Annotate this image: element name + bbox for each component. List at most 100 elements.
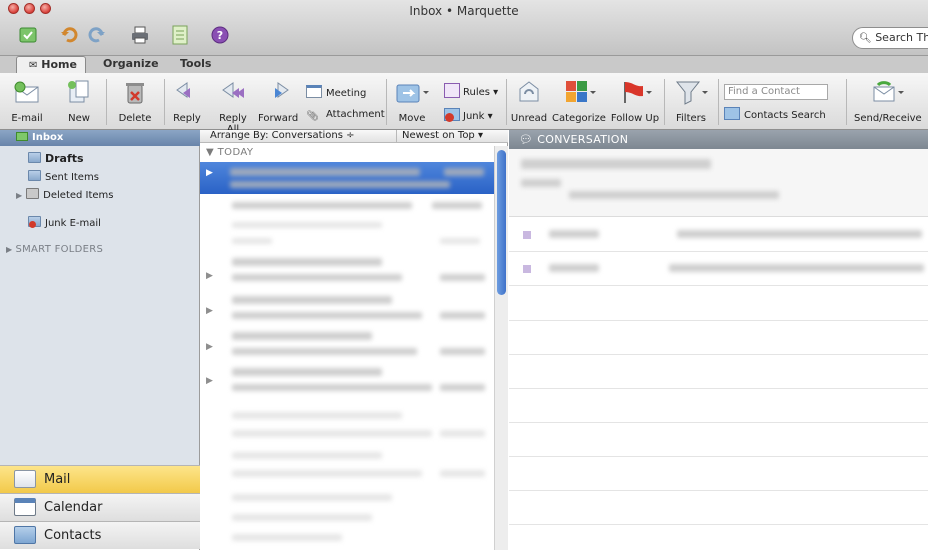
redacted-message-line xyxy=(440,470,485,477)
table-row[interactable]: ▶ xyxy=(200,162,494,194)
expand-arrow-icon[interactable]: ▶ xyxy=(206,342,213,352)
redacted-message-line xyxy=(440,430,485,437)
title-bar: Inbox • Marquette ? 🔍︎ Search Thi xyxy=(0,0,928,56)
navigation-pane: Mail Calendar Contacts xyxy=(0,465,200,550)
redacted-message-line xyxy=(232,274,402,281)
rules-button[interactable]: Rules ▾ xyxy=(444,83,498,98)
paperclip-icon: 📎︎ xyxy=(306,111,319,122)
sidebar-item-sent[interactable]: Sent Items xyxy=(28,170,99,183)
redacted-message-line xyxy=(232,534,342,541)
redacted-preview xyxy=(677,230,922,238)
redacted-message-line xyxy=(440,312,485,319)
tab-tools-label: Tools xyxy=(180,57,212,70)
smart-folders-header[interactable]: ▶ SMART FOLDERS xyxy=(6,244,103,255)
follow-up-button[interactable]: Follow Up xyxy=(610,79,660,124)
tab-home-label: Home xyxy=(41,58,77,71)
reply-all-button[interactable]: Reply All xyxy=(212,79,254,135)
tab-tools[interactable]: Tools xyxy=(180,56,211,73)
redacted-message-line xyxy=(432,202,482,209)
meeting-label: Meeting xyxy=(326,88,367,99)
reply-button[interactable]: Reply xyxy=(172,79,202,124)
nav-mail[interactable]: Mail xyxy=(0,465,200,493)
sent-label: Sent Items xyxy=(45,172,99,183)
contacts-search-button[interactable]: Contacts Search xyxy=(724,107,826,121)
expand-arrow-icon[interactable]: ▶ xyxy=(206,271,213,281)
message-color-marker xyxy=(523,231,531,239)
rules-icon xyxy=(444,83,460,98)
forward-button[interactable]: Forward xyxy=(258,79,298,124)
mail-icon xyxy=(14,470,36,488)
reply-all-icon xyxy=(222,82,244,98)
unread-button[interactable]: Unread xyxy=(510,79,548,124)
list-scrollbar[interactable] xyxy=(494,146,508,550)
unread-label: Unread xyxy=(510,113,548,124)
redacted-participants xyxy=(569,191,779,199)
new-item-label: New xyxy=(68,113,90,124)
ribbon-separator xyxy=(386,79,387,125)
notes-button[interactable] xyxy=(168,24,192,46)
search-field[interactable]: 🔍︎ Search Thi xyxy=(852,27,928,49)
help-button[interactable]: ? xyxy=(208,24,232,46)
ribbon-home: E-mail New Delete Reply Reply All Forwar… xyxy=(0,73,928,135)
conversation-message-row[interactable] xyxy=(509,252,928,286)
meeting-button[interactable]: Meeting xyxy=(306,85,366,99)
tab-home[interactable]: ✉ Home xyxy=(16,56,86,73)
nav-calendar-label: Calendar xyxy=(44,500,103,515)
redacted-message-line xyxy=(232,238,272,244)
row-divider xyxy=(509,320,928,321)
print-button[interactable] xyxy=(128,24,152,46)
redacted-message-line xyxy=(232,348,417,355)
arrange-by-menu[interactable]: Arrange By: Conversations ÷ xyxy=(210,130,355,142)
smart-folders-label: SMART FOLDERS xyxy=(15,244,104,255)
row-divider xyxy=(509,422,928,423)
redacted-message-line xyxy=(440,274,485,281)
ribbon-separator xyxy=(718,79,719,125)
redacted-preview xyxy=(669,264,924,272)
send-receive-quick-button[interactable] xyxy=(16,24,40,46)
redacted-sender xyxy=(549,230,599,238)
ribbon-tab-bar: ✉ Home Organize Tools xyxy=(0,56,928,73)
new-item-button[interactable]: New xyxy=(64,79,94,124)
sidebar-item-deleted[interactable]: ▶ Deleted Items xyxy=(16,188,114,201)
redacted-sender xyxy=(549,264,599,272)
undo-icon xyxy=(61,27,78,43)
undo-button[interactable] xyxy=(58,24,82,46)
tab-organize[interactable]: Organize xyxy=(103,56,159,73)
sidebar-item-junk[interactable]: Junk E-mail xyxy=(28,216,101,229)
group-header-today[interactable]: ▼ TODAY xyxy=(206,147,253,158)
expand-arrow-icon[interactable]: ▶ xyxy=(206,306,213,316)
redacted-participants xyxy=(521,179,561,187)
send-receive-button[interactable]: Send/Receive xyxy=(854,79,922,124)
junk-button[interactable]: Junk ▾ xyxy=(444,108,493,122)
move-button[interactable]: Move xyxy=(393,79,431,124)
new-email-button[interactable]: E-mail xyxy=(10,79,44,124)
redo-button[interactable] xyxy=(84,24,108,46)
categorize-icon xyxy=(566,81,596,102)
categorize-button[interactable]: Categorize xyxy=(552,79,606,124)
redacted-message-line xyxy=(232,368,382,376)
nav-calendar[interactable]: Calendar xyxy=(0,493,200,521)
move-folder-icon xyxy=(396,84,429,103)
expand-arrow-icon[interactable]: ▶ xyxy=(206,376,213,386)
conversation-message-row[interactable] xyxy=(509,218,928,252)
forward-label: Forward xyxy=(258,113,299,124)
scrollbar-thumb[interactable] xyxy=(497,150,506,295)
junk-folder-icon xyxy=(28,216,41,228)
attachment-label: Attachment xyxy=(326,109,385,120)
sort-order-menu[interactable]: Newest on Top ▾ xyxy=(402,130,483,142)
delete-button[interactable]: Delete xyxy=(118,79,152,124)
printer-icon xyxy=(132,26,148,44)
find-contact-field[interactable]: Find a Contact xyxy=(724,84,828,100)
inbox-label: Inbox xyxy=(32,132,64,143)
junk-label: Junk xyxy=(463,111,485,122)
nav-contacts[interactable]: Contacts xyxy=(0,521,200,549)
move-label: Move xyxy=(398,113,426,124)
attachment-button[interactable]: 📎︎ Attachment xyxy=(306,109,385,124)
junk-icon xyxy=(444,108,460,122)
sync-icon xyxy=(19,27,37,43)
deleted-folder-icon xyxy=(26,188,40,199)
sidebar-item-inbox[interactable]: Inbox xyxy=(0,130,200,146)
filters-button[interactable]: Filters xyxy=(668,79,714,124)
trash-icon xyxy=(126,83,144,104)
sidebar-item-drafts[interactable]: Drafts xyxy=(28,152,84,165)
